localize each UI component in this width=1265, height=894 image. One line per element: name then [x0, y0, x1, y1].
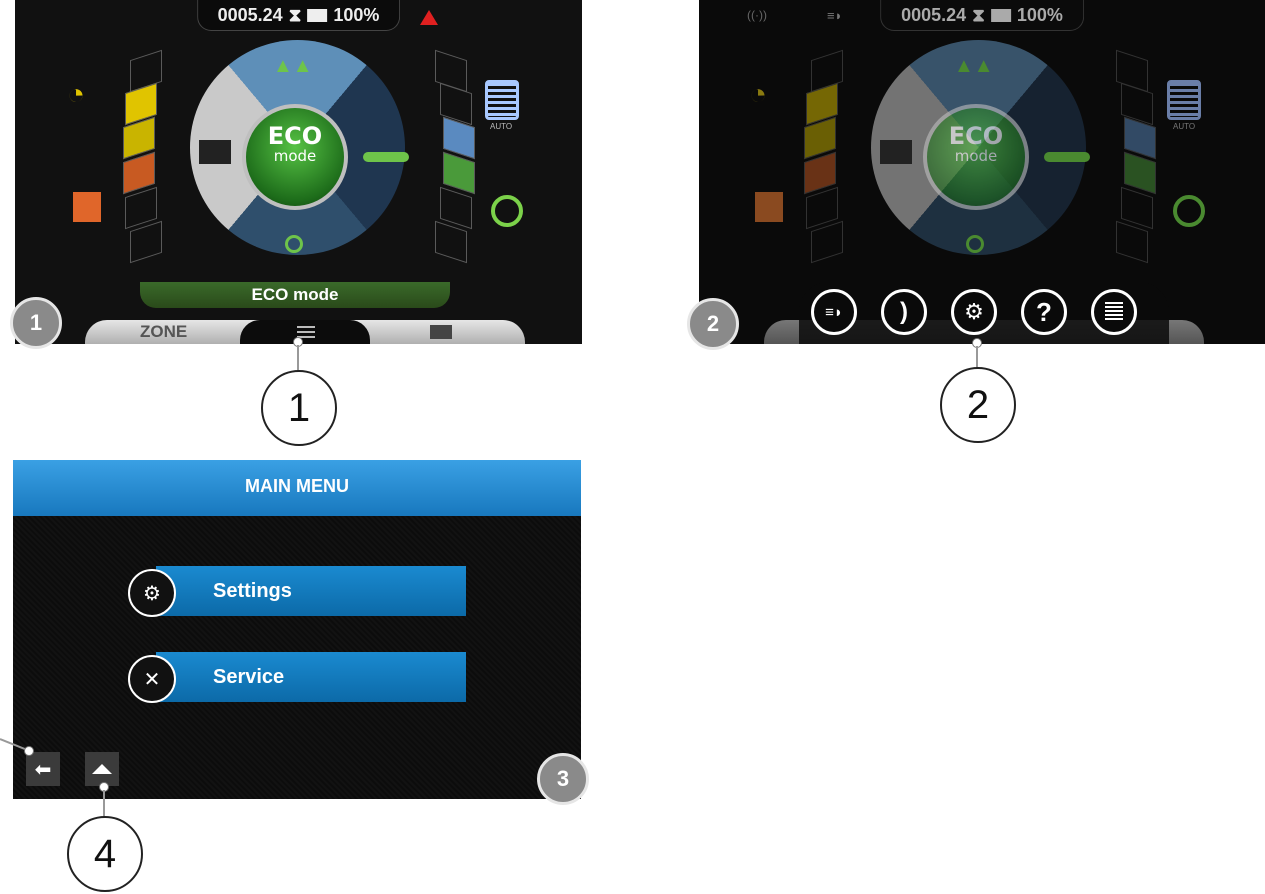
arrow-left-icon: ⬅	[34, 758, 52, 781]
tab-zone[interactable]: ZONE	[140, 322, 187, 342]
heater-small-icon	[1105, 302, 1123, 322]
screen-badge-2: 2	[687, 298, 739, 350]
bottom-tabs: ZONE	[85, 320, 525, 344]
callout-2: 2	[940, 367, 1016, 443]
pipe-icon: )	[900, 298, 908, 325]
pipe-button[interactable]: )	[881, 289, 927, 335]
weight-icon	[73, 192, 101, 222]
heater-button[interactable]	[1091, 289, 1137, 335]
callout-4: 4	[67, 816, 143, 892]
callout-anchor-3	[24, 746, 34, 756]
settings-button[interactable]: ⚙	[951, 289, 997, 335]
signal-icon: ((·))	[747, 8, 767, 22]
callout-1: 1	[261, 370, 337, 446]
hourglass-icon: ⧗	[288, 4, 302, 25]
main-menu-header: MAIN MENU	[13, 460, 581, 516]
screen-badge-3: 3	[537, 753, 589, 805]
vacuum-icon[interactable]	[491, 195, 523, 227]
dashboard-screen-2: ((·)) ≡◗ 0005.24 ⧗ 100% ◔ AUTO ▲▲ ECO mo…	[699, 0, 1265, 344]
eco-mode-button: ECO mode	[923, 104, 1029, 210]
eco-mode-button[interactable]: ECO mode	[242, 104, 348, 210]
help-button[interactable]: ?	[1021, 289, 1067, 335]
weight-icon	[755, 192, 783, 222]
headlight-icon: ≡◗	[825, 303, 843, 321]
home-button[interactable]	[85, 752, 119, 786]
callout-line-1	[297, 345, 299, 371]
machine-side-icon	[880, 140, 912, 164]
battery-level: 100%	[1016, 4, 1063, 25]
warning-icon	[420, 10, 438, 25]
odometer: 0005.24	[901, 4, 967, 25]
status-bar: 0005.24 ⧗ 100%	[196, 0, 401, 31]
mode-bar-label: ECO mode	[251, 285, 339, 304]
speedometer-icon: ◔	[67, 78, 86, 111]
speedometer-icon: ◔	[749, 78, 768, 111]
eco-label: ECO	[267, 122, 323, 150]
vacuum-icon	[1173, 195, 1205, 227]
water-icon[interactable]	[285, 235, 303, 253]
main-menu-screen: MAIN MENU Settings ⚙ Service ✕ ⬅	[13, 460, 581, 799]
eco-label: ECO	[948, 122, 1004, 150]
menu-tab[interactable]	[240, 320, 370, 344]
odometer: 0005.24	[217, 4, 283, 25]
water-icon	[966, 235, 984, 253]
mode-label: mode	[954, 147, 998, 165]
heater-icon[interactable]	[485, 80, 519, 120]
machine-side-icon[interactable]	[199, 140, 231, 164]
battery-icon	[990, 8, 1011, 22]
headlight-button[interactable]: ≡◗	[811, 289, 857, 335]
mode-bar: ECO mode	[140, 282, 450, 308]
home-icon	[92, 764, 112, 774]
settings-label: Settings	[213, 579, 292, 602]
battery-icon	[307, 8, 328, 22]
dashboard-screen-1: 0005.24 ⧗ 100% ◔ AUTO ▲▲ ECO mode ECO mo…	[15, 0, 582, 344]
help-icon: ?	[1036, 296, 1052, 327]
wrench-screwdriver-icon[interactable]: ✕	[128, 655, 176, 703]
battery-level: 100%	[333, 4, 380, 25]
page-title: MAIN MENU	[245, 476, 349, 496]
headlight-small-icon: ≡◗	[827, 8, 843, 23]
brush-icon: ▲▲	[954, 55, 994, 77]
settings-menu-item[interactable]: Settings	[156, 566, 466, 616]
heater-auto-label: AUTO	[490, 122, 513, 131]
hourglass-icon: ⧗	[972, 4, 985, 25]
heater-icon	[1167, 80, 1201, 120]
back-button[interactable]: ⬅	[26, 752, 60, 786]
camera-icon[interactable]	[430, 325, 452, 339]
service-menu-item[interactable]: Service	[156, 652, 466, 702]
screen-badge-1: 1	[10, 297, 62, 349]
service-label: Service	[213, 665, 285, 688]
status-bar: 0005.24 ⧗ 100%	[880, 0, 1084, 31]
gears-icon[interactable]: ⚙	[128, 569, 176, 617]
squeegee-icon	[1044, 152, 1090, 162]
squeegee-icon[interactable]	[363, 152, 409, 162]
gears-icon: ⚙	[964, 299, 984, 324]
mode-label: mode	[273, 147, 317, 165]
brush-icon[interactable]: ▲▲	[273, 55, 313, 78]
heater-auto-label: AUTO	[1173, 122, 1196, 131]
